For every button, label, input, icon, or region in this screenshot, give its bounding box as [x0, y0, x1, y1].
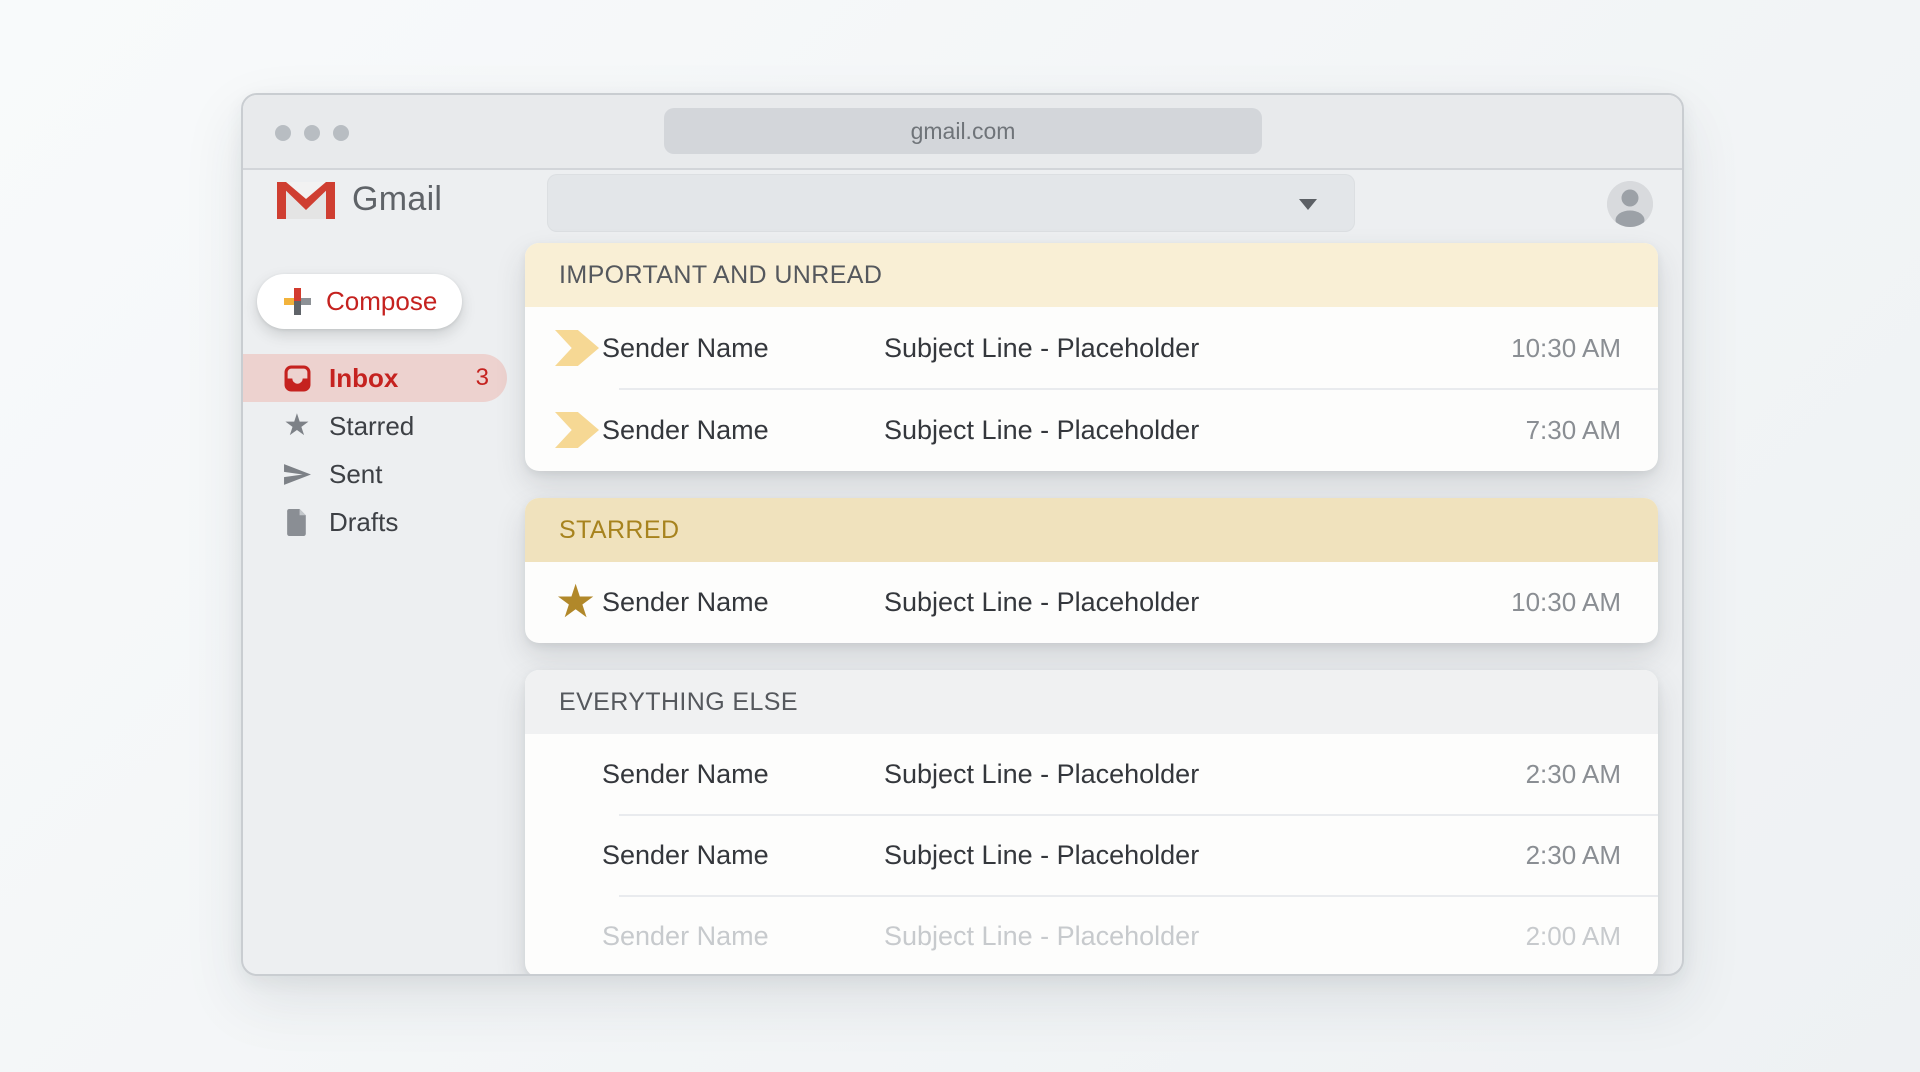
- sidebar-item-label: Drafts: [329, 507, 398, 538]
- email-row[interactable]: Sender Name Subject Line - Placeholder 2…: [525, 896, 1658, 976]
- email-row[interactable]: Sender Name Subject Line - Placeholder 2…: [525, 815, 1658, 896]
- section-header: IMPORTANT AND UNREAD: [525, 243, 1658, 307]
- email-section-card: EVERYTHING ELSE Sender Name Subject Line…: [525, 670, 1658, 976]
- star-icon: ★: [282, 411, 312, 441]
- url-bar[interactable]: gmail.com: [664, 108, 1262, 154]
- sidebar-item-label: Sent: [329, 459, 383, 490]
- app-title: Gmail: [352, 180, 442, 219]
- section-rows: Sender Name Subject Line - Placeholder 1…: [525, 307, 1658, 471]
- sidebar-item-label: Inbox: [329, 363, 398, 394]
- email-row[interactable]: ★ Sender Name Subject Line - Placeholder…: [525, 562, 1658, 643]
- email-sender: Sender Name: [602, 759, 884, 790]
- close-button[interactable]: [275, 125, 291, 141]
- chevron-down-icon[interactable]: [1299, 199, 1317, 210]
- document-icon: [282, 508, 312, 537]
- sidebar-nav: Inbox 3 ★ Starred Sent: [243, 354, 507, 546]
- maximize-button[interactable]: [333, 125, 349, 141]
- profile-avatar[interactable]: [1607, 181, 1653, 227]
- email-section-card: STARRED ★ Sender Name Subject Line - Pla…: [525, 498, 1658, 643]
- inbox-icon: [282, 365, 312, 392]
- email-row[interactable]: Sender Name Subject Line - Placeholder 7…: [525, 389, 1658, 471]
- email-subject: Subject Line - Placeholder: [884, 415, 1526, 446]
- compose-label: Compose: [326, 286, 437, 317]
- send-icon: [282, 462, 312, 487]
- gmail-envelope-icon: [277, 179, 335, 219]
- email-time: 7:30 AM: [1526, 415, 1621, 446]
- email-time: 2:00 AM: [1526, 921, 1621, 952]
- sidebar-item-drafts[interactable]: Drafts: [243, 498, 507, 546]
- email-time: 2:30 AM: [1526, 840, 1621, 871]
- email-sender: Sender Name: [602, 840, 884, 871]
- plus-icon: [284, 288, 311, 315]
- email-time: 10:30 AM: [1511, 333, 1621, 364]
- minimize-button[interactable]: [304, 125, 320, 141]
- email-subject: Subject Line - Placeholder: [884, 921, 1526, 952]
- email-time: 2:30 AM: [1526, 759, 1621, 790]
- browser-chrome: gmail.com: [243, 95, 1682, 170]
- email-row[interactable]: Sender Name Subject Line - Placeholder 1…: [525, 307, 1658, 389]
- importance-marker-icon: [555, 330, 602, 366]
- email-sections: IMPORTANT AND UNREAD Sender Name Subject…: [525, 243, 1658, 976]
- star-icon: ★: [555, 578, 602, 624]
- email-sender: Sender Name: [602, 333, 884, 364]
- email-subject: Subject Line - Placeholder: [884, 840, 1526, 871]
- email-sender: Sender Name: [602, 921, 884, 952]
- section-header: STARRED: [525, 498, 1658, 562]
- email-sender: Sender Name: [602, 587, 884, 618]
- email-subject: Subject Line - Placeholder: [884, 759, 1526, 790]
- section-title: STARRED: [559, 516, 679, 545]
- importance-marker-icon: [555, 412, 602, 448]
- section-header: EVERYTHING ELSE: [525, 670, 1658, 734]
- compose-button[interactable]: Compose: [257, 274, 462, 329]
- email-subject: Subject Line - Placeholder: [884, 587, 1511, 618]
- inbox-unread-count: 3: [476, 364, 489, 392]
- section-rows: ★ Sender Name Subject Line - Placeholder…: [525, 562, 1658, 643]
- section-rows: Sender Name Subject Line - Placeholder 2…: [525, 734, 1658, 976]
- email-row[interactable]: Sender Name Subject Line - Placeholder 2…: [525, 734, 1658, 815]
- email-subject: Subject Line - Placeholder: [884, 333, 1511, 364]
- gmail-logo: Gmail: [277, 179, 442, 219]
- sidebar-item-inbox[interactable]: Inbox 3: [243, 354, 507, 402]
- section-title: EVERYTHING ELSE: [559, 688, 798, 717]
- email-time: 10:30 AM: [1511, 587, 1621, 618]
- search-input[interactable]: [547, 174, 1355, 232]
- window-controls: [275, 95, 349, 170]
- browser-window: gmail.com Gmail: [241, 93, 1684, 976]
- url-text: gmail.com: [911, 118, 1016, 145]
- email-section-card: IMPORTANT AND UNREAD Sender Name Subject…: [525, 243, 1658, 471]
- email-sender: Sender Name: [602, 415, 884, 446]
- sidebar-item-starred[interactable]: ★ Starred: [243, 402, 507, 450]
- section-title: IMPORTANT AND UNREAD: [559, 261, 882, 290]
- person-icon: [1607, 181, 1653, 227]
- sidebar-item-sent[interactable]: Sent: [243, 450, 507, 498]
- desktop-background: gmail.com Gmail: [0, 0, 1920, 1072]
- sidebar-item-label: Starred: [329, 411, 414, 442]
